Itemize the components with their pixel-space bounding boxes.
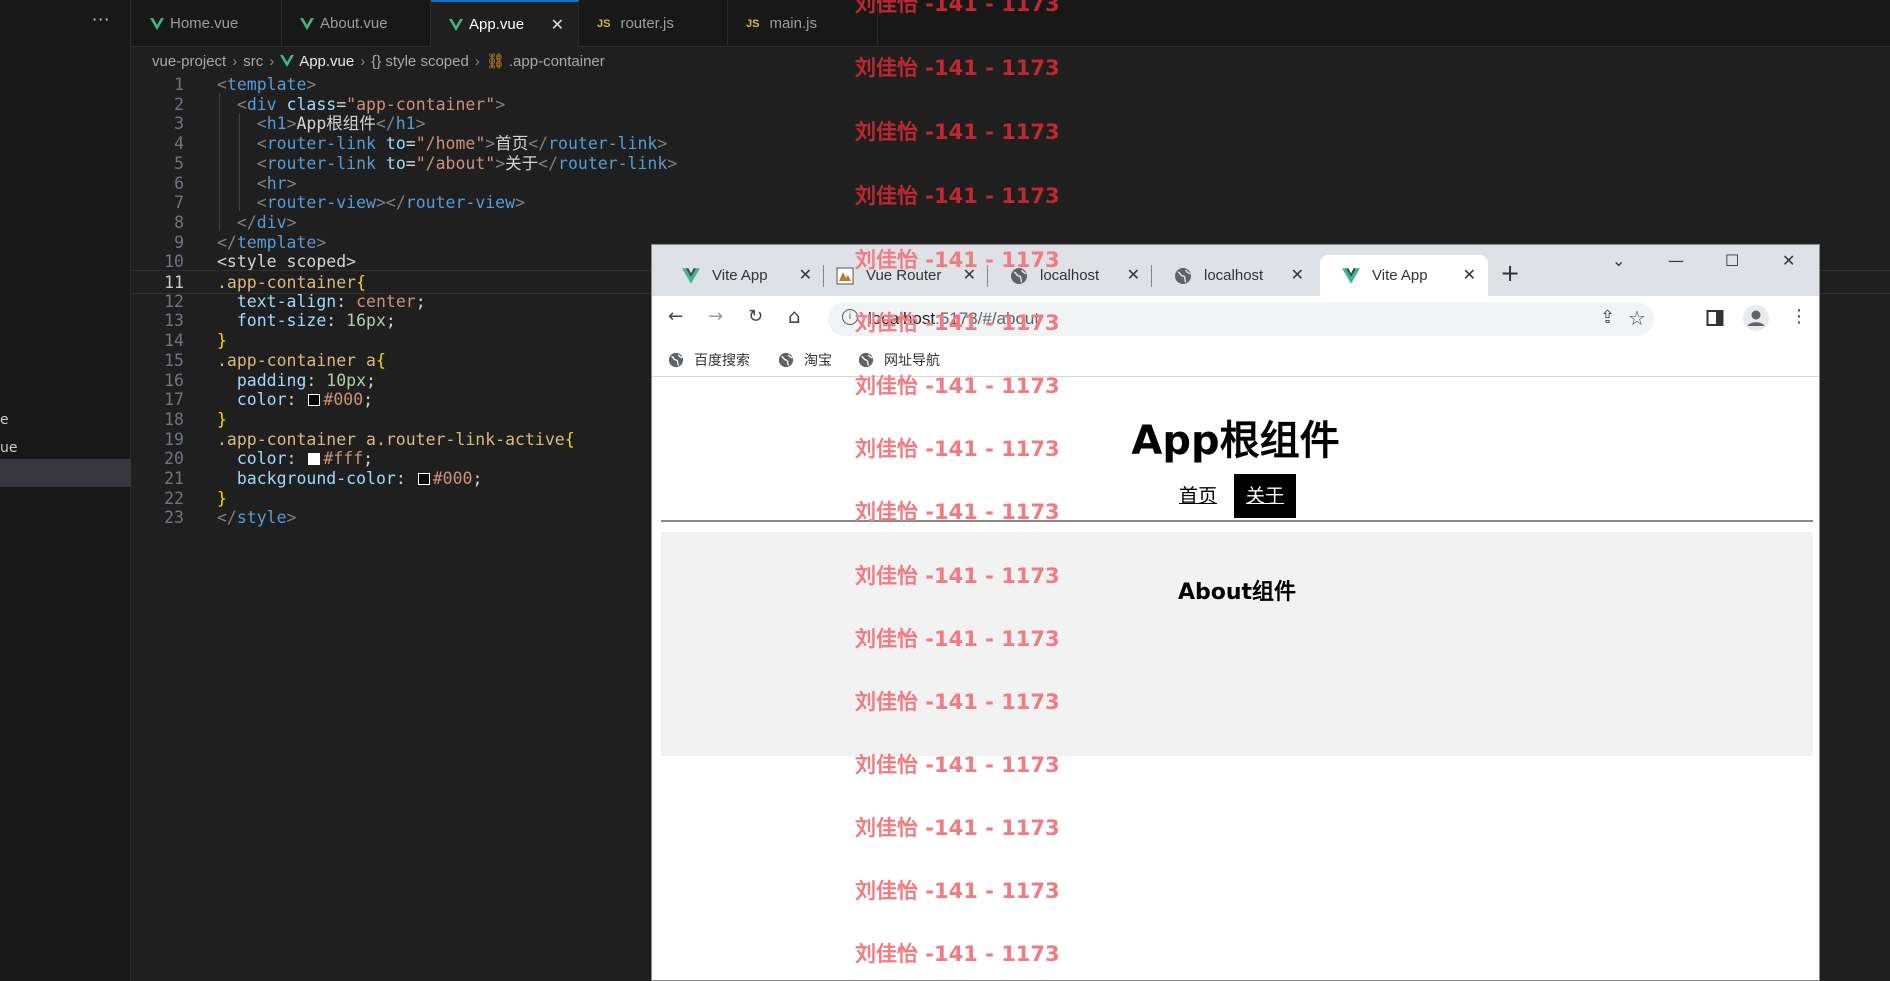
profile-avatar-icon[interactable] — [1742, 304, 1770, 332]
browser-tab-localhost[interactable]: localhost ✕ — [988, 255, 1152, 296]
close-tab-icon[interactable]: ✕ — [799, 265, 812, 285]
tab-app-vue[interactable]: App.vue ✕ — [431, 0, 579, 47]
more-actions-icon[interactable]: ··· — [92, 10, 110, 29]
explorer-item[interactable]: e — [0, 412, 9, 428]
forward-icon[interactable]: → — [708, 306, 723, 327]
url-host: localhost — [868, 309, 936, 328]
bookmarks-bar: 百度搜索 淘宝 网址导航 — [652, 341, 1819, 377]
chevron-right-icon: › — [360, 52, 366, 70]
breadcrumb-item[interactable]: App.vue — [299, 53, 354, 70]
tab-label: About.vue — [320, 15, 388, 32]
tab-about-vue[interactable]: About.vue — [282, 0, 431, 47]
explorer-item[interactable]: ue — [0, 440, 18, 456]
breadcrumb-item[interactable]: .app-container — [509, 53, 605, 70]
breadcrumb-item[interactable]: vue-project — [152, 53, 226, 70]
explorer-selected-item[interactable] — [0, 459, 131, 487]
tab-label: router.js — [620, 15, 674, 32]
vue-router-icon — [836, 267, 854, 284]
chevron-right-icon: › — [474, 52, 480, 70]
reload-icon[interactable]: ↻ — [748, 306, 763, 327]
browser-tab-label: localhost — [1040, 267, 1100, 284]
breadcrumb-item[interactable]: {} style scoped — [371, 53, 469, 70]
tab-home-vue[interactable]: Home.vue — [132, 0, 282, 47]
browser-tab-vite-app[interactable]: Vite App ✕ — [660, 255, 824, 296]
router-link-home[interactable]: 首页 — [1167, 474, 1229, 518]
web-page: App根组件 首页 关于 About组件 — [652, 378, 1819, 980]
bookmark-nav[interactable]: 网址导航 — [858, 350, 940, 370]
close-window-icon[interactable]: ✕ — [1782, 251, 1795, 270]
globe-icon — [778, 352, 794, 368]
breadcrumb: vue-project › src › App.vue › {} style s… — [152, 50, 605, 72]
view-heading: About组件 — [1177, 580, 1297, 605]
new-tab-button[interactable]: + — [1500, 259, 1520, 287]
tab-label: Home.vue — [170, 15, 239, 32]
divider — [661, 520, 1813, 522]
tab-label: App.vue — [469, 16, 525, 33]
router-view: About组件 — [661, 532, 1813, 756]
star-icon[interactable]: ☆ — [1628, 306, 1646, 330]
vue-icon — [682, 267, 700, 284]
browser-tab-vite-app-active[interactable]: Vite App ✕ — [1320, 255, 1488, 296]
url-path: :5173/#/about — [935, 309, 1040, 328]
globe-icon — [1175, 267, 1191, 284]
url-text[interactable]: localhost:5173/#/about — [868, 309, 1039, 329]
tab-search-icon[interactable]: ⌄ — [1612, 251, 1625, 270]
browser-window: Vite App ✕ Vue Router ✕ localhost ✕ loca… — [651, 244, 1820, 981]
indent-guide — [239, 113, 240, 211]
page-heading: App根组件 — [1131, 418, 1340, 464]
router-link-about-active[interactable]: 关于 — [1234, 474, 1297, 518]
vue-icon — [280, 55, 295, 67]
tab-main-js[interactable]: JS main.js — [728, 0, 878, 47]
browser-tab-label: localhost — [1204, 267, 1264, 284]
globe-icon — [1011, 267, 1027, 284]
bookmark-label: 百度搜索 — [694, 353, 750, 369]
explorer-sidebar: ··· e ue — [0, 0, 131, 981]
vue-icon — [150, 17, 164, 30]
browser-toolbar: ← → ↻ ⌂ i localhost:5173/#/about ⇪ ☆ ⋮ — [652, 296, 1819, 341]
close-tab-icon[interactable]: ✕ — [1127, 265, 1140, 285]
code-text: </style> — [217, 508, 297, 528]
line-number: 23 — [164, 508, 184, 528]
class-symbol-icon: ⛓ — [485, 53, 505, 70]
breadcrumb-item[interactable]: src — [243, 53, 263, 70]
browser-tab-strip: Vite App ✕ Vue Router ✕ localhost ✕ loca… — [652, 245, 1819, 296]
menu-icon[interactable]: ⋮ — [1790, 306, 1808, 327]
editor-tab-bar: Home.vue About.vue App.vue ✕ JS router.j… — [132, 0, 1890, 47]
screen: ··· e ue Home.vue About.vue App.vue ✕ JS… — [0, 0, 1890, 981]
tab-label: main.js — [769, 15, 817, 32]
bookmark-baidu[interactable]: 百度搜索 — [668, 350, 750, 370]
vue-icon — [449, 18, 463, 31]
bookmark-label: 淘宝 — [804, 353, 832, 369]
tab-router-js[interactable]: JS router.js — [579, 0, 728, 47]
browser-tab-localhost[interactable]: localhost ✕ — [1152, 255, 1316, 296]
close-tab-icon[interactable]: ✕ — [1291, 265, 1304, 285]
browser-tab-label: Vue Router — [866, 267, 942, 284]
chevron-right-icon: › — [269, 52, 275, 70]
bookmark-taobao[interactable]: 淘宝 — [778, 350, 832, 370]
globe-icon — [668, 352, 684, 368]
site-info-icon[interactable]: i — [842, 309, 858, 325]
home-icon[interactable]: ⌂ — [788, 304, 801, 328]
js-icon: JS — [597, 17, 611, 30]
globe-icon — [858, 352, 874, 368]
vue-icon — [300, 17, 314, 30]
close-tab-icon[interactable]: ✕ — [551, 15, 564, 35]
router-links: 首页 关于 — [652, 474, 1819, 518]
browser-tab-label: Vite App — [1372, 267, 1428, 284]
chevron-right-icon: › — [232, 52, 238, 70]
close-tab-icon[interactable]: ✕ — [1463, 265, 1476, 285]
js-icon: JS — [746, 17, 760, 30]
indent-guide — [219, 93, 220, 231]
side-panel-icon[interactable] — [1706, 309, 1724, 327]
back-icon[interactable]: ← — [668, 306, 683, 327]
minimize-icon[interactable]: — — [1668, 251, 1684, 270]
maximize-icon[interactable]: ☐ — [1725, 251, 1739, 270]
vue-icon — [1342, 267, 1360, 284]
close-tab-icon[interactable]: ✕ — [963, 265, 976, 285]
address-bar[interactable]: i localhost:5173/#/about ⇪ ☆ — [828, 302, 1654, 336]
share-icon[interactable]: ⇪ — [1600, 307, 1615, 328]
bookmark-label: 网址导航 — [884, 353, 940, 369]
browser-tab-label: Vite App — [712, 267, 768, 284]
browser-tab-vue-router[interactable]: Vue Router ✕ — [824, 255, 988, 296]
